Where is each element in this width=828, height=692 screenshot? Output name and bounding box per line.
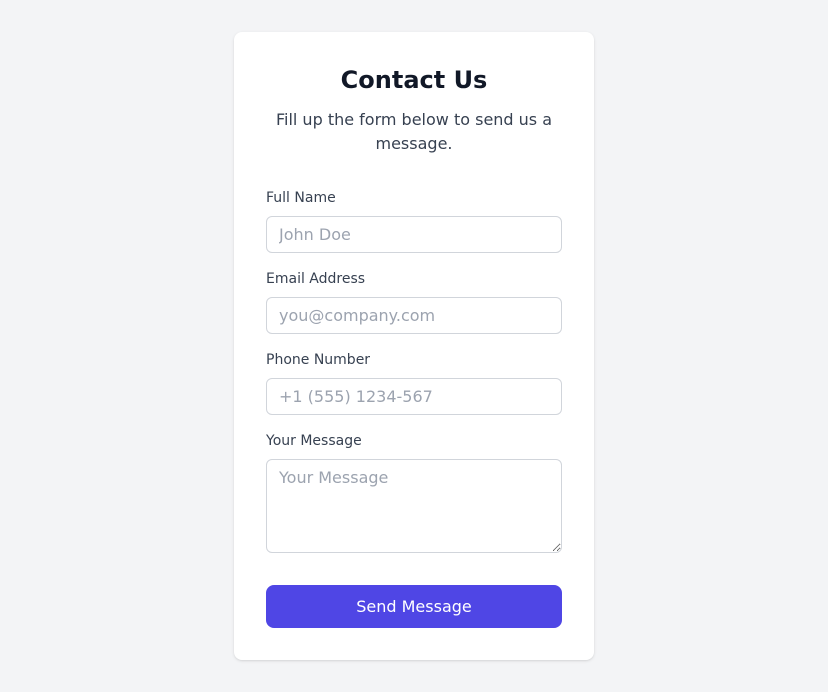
message-label: Your Message	[266, 431, 562, 451]
contact-form-card: Contact Us Fill up the form below to sen…	[234, 32, 594, 660]
email-input[interactable]	[266, 297, 562, 334]
full-name-label: Full Name	[266, 188, 562, 208]
phone-label: Phone Number	[266, 350, 562, 370]
phone-input[interactable]	[266, 378, 562, 415]
email-label: Email Address	[266, 269, 562, 289]
send-message-button[interactable]: Send Message	[266, 585, 562, 628]
page-title: Contact Us	[266, 64, 562, 96]
page-subtitle: Fill up the form below to send us a mess…	[266, 108, 562, 156]
message-textarea[interactable]	[266, 459, 562, 553]
contact-form: Full Name Email Address Phone Number You…	[266, 188, 562, 628]
full-name-input[interactable]	[266, 216, 562, 253]
